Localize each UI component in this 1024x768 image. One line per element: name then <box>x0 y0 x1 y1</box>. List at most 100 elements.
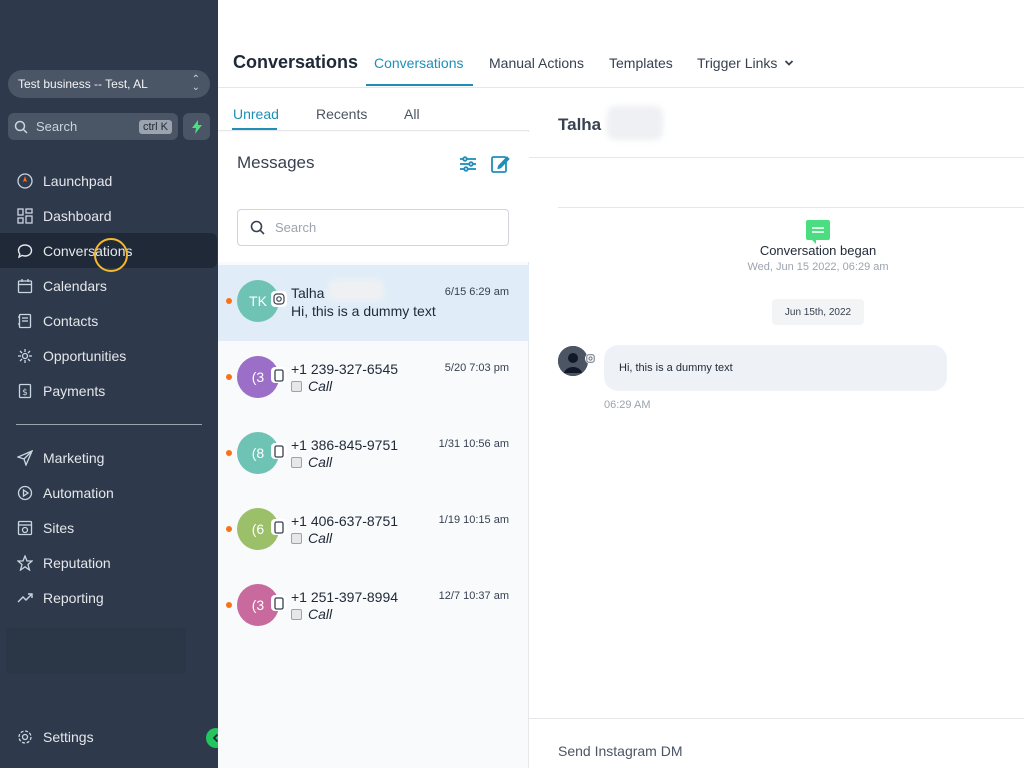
sidebar-search[interactable]: Search ctrl K <box>8 113 178 140</box>
search-icon <box>14 120 28 134</box>
sidebar-divider <box>16 424 202 425</box>
conversation-row[interactable]: TK Talha 6/15 6:29 am Hi, this is a dumm… <box>218 265 529 341</box>
conversation-name: +1 239-327-6545 <box>291 361 399 377</box>
instagram-icon <box>585 353 596 364</box>
sidebar-item-opportunities[interactable]: Opportunities <box>0 338 218 373</box>
rocket-icon <box>16 172 34 190</box>
tab-trigger-links[interactable]: Trigger Links <box>697 55 794 71</box>
conversation-time: 1/19 10:15 am <box>438 514 509 526</box>
sidebar-item-label: Sites <box>43 519 75 536</box>
trend-icon <box>16 589 34 607</box>
conversation-preview: Hi, this is a dummy text <box>291 303 436 319</box>
sites-icon <box>16 519 34 537</box>
compose-icon[interactable] <box>490 154 510 174</box>
message-search-input[interactable] <box>275 220 495 235</box>
compose-channel-label[interactable]: Send Instagram DM <box>558 743 683 759</box>
tab-all[interactable]: All <box>404 106 420 122</box>
sidebar-item-label: Payments <box>43 382 106 399</box>
business-switcher[interactable]: Test business -- Test, AL ⌃ ⌄ <box>8 70 210 98</box>
chat-panel: Talha Conversation began Wed, Jun 15 202… <box>529 88 1024 768</box>
conversation-row[interactable]: (8 +1 386-845-9751 1/31 10:56 am Call <box>218 417 529 493</box>
svg-text:$: $ <box>22 388 28 398</box>
conversation-row[interactable]: (3 +1 239-327-6545 5/20 7:03 pm Call <box>218 341 529 417</box>
chat-bubble-icon <box>16 242 34 260</box>
redacted-name <box>328 279 384 301</box>
conversation-name: +1 386-845-9751 <box>291 437 399 453</box>
phone-icon <box>271 519 287 535</box>
phone-icon <box>271 367 287 383</box>
phone-icon <box>271 595 287 611</box>
conversation-name: +1 406-637-8751 <box>291 513 399 529</box>
sidebar-item-settings[interactable]: Settings <box>0 719 218 754</box>
sidebar-item-dashboard[interactable]: Dashboard <box>0 198 218 233</box>
date-separator: Jun 15th, 2022 <box>772 299 864 325</box>
message-bubble: Hi, this is a dummy text <box>604 345 947 391</box>
conversation-began-date: Wed, Jun 15 2022, 06:29 am <box>747 261 889 273</box>
sidebar-item-reporting[interactable]: Reporting <box>0 580 218 615</box>
sidebar-item-sites[interactable]: Sites <box>0 510 218 545</box>
sidebar-item-calendars[interactable]: Calendars <box>0 268 218 303</box>
messages-header: Messages <box>218 132 529 262</box>
unread-dot <box>226 298 232 304</box>
sidebar-item-label: Marketing <box>43 449 105 466</box>
conversation-preview: Call <box>308 454 333 470</box>
sidebar-item-label: Launchpad <box>43 172 113 189</box>
chevron-down-icon <box>785 60 794 66</box>
star-icon <box>16 554 34 572</box>
divider <box>558 207 1024 208</box>
avatar <box>558 346 588 376</box>
sidebar-item-label: Dashboard <box>43 207 112 224</box>
conversation-preview: Call <box>308 378 333 394</box>
unread-dot <box>226 526 232 532</box>
conversation-time: 12/7 10:37 am <box>438 590 509 602</box>
lightning-icon <box>191 119 202 134</box>
sidebar-item-automation[interactable]: Automation <box>0 475 218 510</box>
search-icon <box>250 220 265 235</box>
filter-icon[interactable] <box>458 154 478 174</box>
sidebar-placeholder-block <box>6 628 186 674</box>
conversation-name: +1 251-397-8994 <box>291 589 399 605</box>
automation-icon <box>16 484 34 502</box>
conversation-time: 6/15 6:29 am <box>444 286 509 298</box>
tab-manual-actions[interactable]: Manual Actions <box>489 55 584 71</box>
tab-conversations[interactable]: Conversations <box>374 55 464 71</box>
opportunities-icon <box>16 347 34 365</box>
message-search-field[interactable] <box>237 209 509 246</box>
sidebar-item-label: Reporting <box>43 589 104 606</box>
instagram-icon <box>271 291 287 307</box>
quick-action-button[interactable] <box>183 113 210 140</box>
tab-templates[interactable]: Templates <box>609 55 673 71</box>
conversation-row[interactable]: (3 +1 251-397-8994 12/7 10:37 am Call <box>218 569 529 645</box>
tab-trigger-links-label: Trigger Links <box>697 55 778 71</box>
sidebar-item-label: Automation <box>43 484 114 501</box>
payments-icon: $ <box>16 382 34 400</box>
sidebar-item-payments[interactable]: $ Payments <box>0 373 218 408</box>
active-tab-underline <box>366 84 473 86</box>
conversation-preview: Call <box>308 530 333 546</box>
unread-dot <box>226 450 232 456</box>
sidebar-item-contacts[interactable]: Contacts <box>0 303 218 338</box>
conversation-time: 5/20 7:03 pm <box>444 362 509 374</box>
sidebar-item-label: Reputation <box>43 554 111 571</box>
tab-recents[interactable]: Recents <box>316 106 367 122</box>
conversation-name: Talha <box>291 285 325 301</box>
chevron-updown-icon: ⌃ ⌄ <box>191 74 200 93</box>
messages-title: Messages <box>237 153 315 172</box>
gear-icon <box>16 728 34 746</box>
sidebar: Test business -- Test, AL ⌃ ⌄ Search ctrl… <box>0 0 218 768</box>
sidebar-item-label: Contacts <box>43 312 99 329</box>
tab-unread[interactable]: Unread <box>233 106 279 122</box>
active-subtab-underline <box>232 128 277 130</box>
inbox-filter-tabs: Unread Recents All <box>218 88 529 131</box>
sidebar-item-marketing[interactable]: Marketing <box>0 440 218 475</box>
send-icon <box>16 449 34 467</box>
top-bar: Conversations Conversations Manual Actio… <box>218 0 1024 88</box>
sidebar-item-launchpad[interactable]: Launchpad <box>0 163 218 198</box>
sidebar-item-reputation[interactable]: Reputation <box>0 545 218 580</box>
shortcut-badge: ctrl K <box>138 119 172 134</box>
sidebar-search-placeholder: Search <box>36 119 78 134</box>
message-time: 06:29 AM <box>604 399 651 411</box>
conversation-time: 1/31 10:56 am <box>438 438 509 450</box>
conversation-row[interactable]: (6 +1 406-637-8751 1/19 10:15 am Call <box>218 493 529 569</box>
conversation-list-panel: Unread Recents All Messages TK Talha 6/1… <box>218 88 529 768</box>
